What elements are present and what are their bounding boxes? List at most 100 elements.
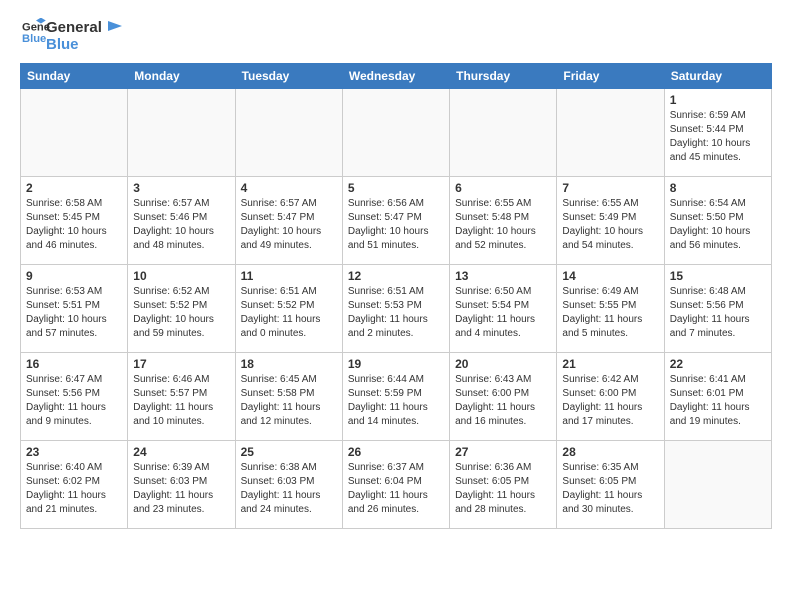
calendar-cell [664,441,771,529]
calendar-cell: 18 Sunrise: 6:45 AM Sunset: 5:58 PM Dayli… [235,353,342,441]
day-info: Sunrise: 6:57 AM Sunset: 5:46 PM Dayligh… [133,197,229,253]
day-info: Sunrise: 6:52 AM Sunset: 5:52 PM Dayligh… [133,285,229,341]
day-number: 6 [455,181,551,195]
calendar-cell: 8 Sunrise: 6:54 AM Sunset: 5:50 PM Daylig… [664,177,771,265]
calendar-week-row: 9 Sunrise: 6:53 AM Sunset: 5:51 PM Daylig… [21,265,772,353]
calendar-cell: 2 Sunrise: 6:58 AM Sunset: 5:45 PM Daylig… [21,177,128,265]
day-info: Sunrise: 6:42 AM Sunset: 6:00 PM Dayligh… [562,373,658,429]
day-info: Sunrise: 6:46 AM Sunset: 5:57 PM Dayligh… [133,373,229,429]
day-number: 22 [670,357,766,371]
weekday-header-friday: Friday [557,64,664,89]
calendar-cell: 23 Sunrise: 6:40 AM Sunset: 6:02 PM Dayli… [21,441,128,529]
day-number: 19 [348,357,444,371]
day-number: 9 [26,269,122,283]
day-info: Sunrise: 6:56 AM Sunset: 5:47 PM Dayligh… [348,197,444,253]
day-info: Sunrise: 6:38 AM Sunset: 6:03 PM Dayligh… [241,461,337,517]
calendar-cell: 12 Sunrise: 6:51 AM Sunset: 5:53 PM Dayli… [342,265,449,353]
calendar-cell [557,89,664,177]
calendar-cell: 22 Sunrise: 6:41 AM Sunset: 6:01 PM Dayli… [664,353,771,441]
calendar-cell: 27 Sunrise: 6:36 AM Sunset: 6:05 PM Dayli… [450,441,557,529]
day-info: Sunrise: 6:58 AM Sunset: 5:45 PM Dayligh… [26,197,122,253]
logo-general: General [46,20,124,37]
day-number: 21 [562,357,658,371]
calendar-cell [450,89,557,177]
day-number: 17 [133,357,229,371]
calendar-cell: 4 Sunrise: 6:57 AM Sunset: 5:47 PM Daylig… [235,177,342,265]
calendar-cell: 26Sunrise: 6:37 AM Sunset: 6:04 PM Dayli… [342,441,449,529]
calendar-cell: 11Sunrise: 6:51 AM Sunset: 5:52 PM Dayli… [235,265,342,353]
day-info: Sunrise: 6:41 AM Sunset: 6:01 PM Dayligh… [670,373,766,429]
calendar-cell: 21 Sunrise: 6:42 AM Sunset: 6:00 PM Dayli… [557,353,664,441]
calendar-week-row: 1Sunrise: 6:59 AM Sunset: 5:44 PM Daylig… [21,89,772,177]
day-number: 5 [348,181,444,195]
day-number: 28 [562,445,658,459]
calendar-week-row: 23 Sunrise: 6:40 AM Sunset: 6:02 PM Dayli… [21,441,772,529]
calendar-cell: 1Sunrise: 6:59 AM Sunset: 5:44 PM Daylig… [664,89,771,177]
day-info: Sunrise: 6:48 AM Sunset: 5:56 PM Dayligh… [670,285,766,341]
day-number: 3 [133,181,229,195]
calendar-cell: 13 Sunrise: 6:50 AM Sunset: 5:54 PM Dayli… [450,265,557,353]
day-number: 4 [241,181,337,195]
day-info: Sunrise: 6:55 AM Sunset: 5:49 PM Dayligh… [562,197,658,253]
weekday-header-thursday: Thursday [450,64,557,89]
logo-text-block: General Blue [46,20,124,53]
day-number: 2 [26,181,122,195]
day-number: 16 [26,357,122,371]
svg-text:Blue: Blue [22,33,46,45]
calendar-cell: 6Sunrise: 6:55 AM Sunset: 5:48 PM Daylig… [450,177,557,265]
day-info: Sunrise: 6:59 AM Sunset: 5:44 PM Dayligh… [670,109,766,165]
calendar-cell [235,89,342,177]
day-number: 13 [455,269,551,283]
day-number: 7 [562,181,658,195]
calendar-cell: 15 Sunrise: 6:48 AM Sunset: 5:56 PM Dayli… [664,265,771,353]
calendar-cell: 3 Sunrise: 6:57 AM Sunset: 5:46 PM Daylig… [128,177,235,265]
calendar-cell [342,89,449,177]
calendar-cell: 24 Sunrise: 6:39 AM Sunset: 6:03 PM Dayli… [128,441,235,529]
day-info: Sunrise: 6:54 AM Sunset: 5:50 PM Dayligh… [670,197,766,253]
calendar-cell: 19 Sunrise: 6:44 AM Sunset: 5:59 PM Dayli… [342,353,449,441]
logo-flag-icon [106,21,124,35]
calendar-cell [128,89,235,177]
day-number: 24 [133,445,229,459]
weekday-header-saturday: Saturday [664,64,771,89]
day-number: 26 [348,445,444,459]
day-info: Sunrise: 6:50 AM Sunset: 5:54 PM Dayligh… [455,285,551,341]
calendar-cell: 16 Sunrise: 6:47 AM Sunset: 5:56 PM Dayli… [21,353,128,441]
day-info: Sunrise: 6:36 AM Sunset: 6:05 PM Dayligh… [455,461,551,517]
page: General Blue General Blue SundayMon [0,0,792,545]
calendar-cell: 10Sunrise: 6:52 AM Sunset: 5:52 PM Dayli… [128,265,235,353]
logo-blue: Blue [46,37,124,54]
day-info: Sunrise: 6:49 AM Sunset: 5:55 PM Dayligh… [562,285,658,341]
day-info: Sunrise: 6:35 AM Sunset: 6:05 PM Dayligh… [562,461,658,517]
day-info: Sunrise: 6:51 AM Sunset: 5:53 PM Dayligh… [348,285,444,341]
day-info: Sunrise: 6:44 AM Sunset: 5:59 PM Dayligh… [348,373,444,429]
logo: General Blue General Blue [20,16,124,53]
day-info: Sunrise: 6:40 AM Sunset: 6:02 PM Dayligh… [26,461,122,517]
calendar-cell: 7 Sunrise: 6:55 AM Sunset: 5:49 PM Daylig… [557,177,664,265]
day-info: Sunrise: 6:47 AM Sunset: 5:56 PM Dayligh… [26,373,122,429]
day-info: Sunrise: 6:45 AM Sunset: 5:58 PM Dayligh… [241,373,337,429]
day-info: Sunrise: 6:39 AM Sunset: 6:03 PM Dayligh… [133,461,229,517]
day-number: 23 [26,445,122,459]
weekday-header-monday: Monday [128,64,235,89]
day-number: 27 [455,445,551,459]
calendar-cell: 20Sunrise: 6:43 AM Sunset: 6:00 PM Dayli… [450,353,557,441]
calendar-cell: 5 Sunrise: 6:56 AM Sunset: 5:47 PM Daylig… [342,177,449,265]
calendar-table: SundayMondayTuesdayWednesdayThursdayFrid… [20,63,772,529]
header: General Blue General Blue [20,16,772,53]
day-number: 18 [241,357,337,371]
calendar-cell: 17 Sunrise: 6:46 AM Sunset: 5:57 PM Dayli… [128,353,235,441]
day-info: Sunrise: 6:57 AM Sunset: 5:47 PM Dayligh… [241,197,337,253]
weekday-header-wednesday: Wednesday [342,64,449,89]
day-number: 12 [348,269,444,283]
day-number: 20 [455,357,551,371]
weekday-header-row: SundayMondayTuesdayWednesdayThursdayFrid… [21,64,772,89]
calendar-cell [21,89,128,177]
day-number: 25 [241,445,337,459]
day-number: 15 [670,269,766,283]
calendar-week-row: 16 Sunrise: 6:47 AM Sunset: 5:56 PM Dayli… [21,353,772,441]
day-info: Sunrise: 6:53 AM Sunset: 5:51 PM Dayligh… [26,285,122,341]
weekday-header-tuesday: Tuesday [235,64,342,89]
day-number: 8 [670,181,766,195]
calendar-week-row: 2 Sunrise: 6:58 AM Sunset: 5:45 PM Daylig… [21,177,772,265]
